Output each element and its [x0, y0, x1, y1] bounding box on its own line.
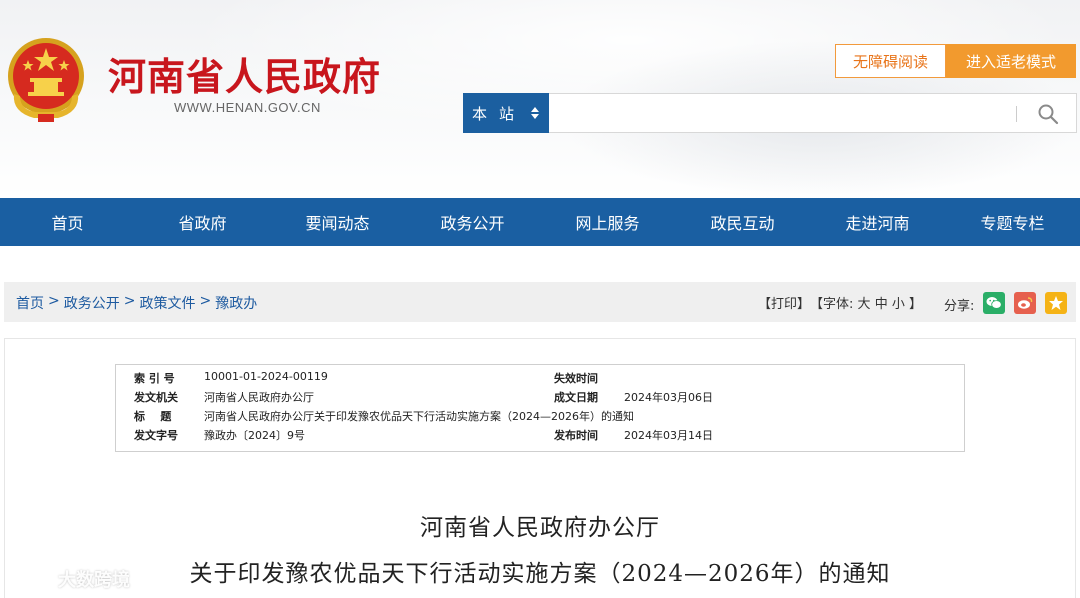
- expire-time-label: 失效时间: [554, 372, 598, 385]
- document-number-value: 豫政办〔2024〕9号: [204, 429, 305, 442]
- metadata-row: 发文机关 河南省人民政府办公厅 成文日期 2024年03月06日: [116, 389, 964, 408]
- breadcrumb-home[interactable]: 首页: [16, 293, 44, 313]
- breadcrumb-separator: >: [48, 293, 60, 309]
- breadcrumb-separator: >: [199, 293, 212, 309]
- nav-item-news[interactable]: 要闻动态: [270, 198, 405, 246]
- watermark-text: 大数跨境: [58, 570, 130, 591]
- breadcrumb-yuzhengban[interactable]: 豫政办: [215, 293, 257, 313]
- breadcrumb-policy-documents[interactable]: 政策文件: [139, 293, 195, 313]
- metadata-row: 发文字号 豫政办〔2024〕9号 发布时间 2024年03月14日: [116, 427, 964, 446]
- watermark-logo-icon: [10, 570, 51, 587]
- written-date-label: 成文日期: [554, 391, 598, 404]
- watermark: 大数跨境: [8, 566, 130, 592]
- document-title-issuer: 河南省人民政府办公厅: [420, 515, 660, 541]
- document-title-main: 关于印发豫农优品天下行活动实施方案（2024—2026年）的通知: [189, 561, 891, 587]
- search-scope-label: 本站: [471, 104, 526, 123]
- site-url: WWW.HENAN.GOV.CN: [174, 100, 321, 115]
- breadcrumb-separator: >: [123, 293, 136, 309]
- title-value: 河南省人民政府办公厅关于印发豫农优品天下行活动实施方案（2024—2026年）的…: [204, 410, 634, 423]
- search-scope-select[interactable]: 本站: [463, 93, 549, 133]
- wechat-share-icon[interactable]: [983, 292, 1005, 314]
- document-metadata-table: 索 引 号 10001-01-2024-00119 失效时间 发文机关 河南省人…: [115, 364, 965, 452]
- nav-item-about-henan[interactable]: 走进河南: [810, 198, 945, 246]
- share-label: 分享:: [944, 299, 975, 314]
- search-input[interactable]: [554, 98, 1004, 128]
- issuer-label: 发文机关: [134, 391, 178, 404]
- search-icon[interactable]: [1036, 102, 1060, 126]
- title-label: 标 题: [134, 410, 172, 423]
- weibo-share-icon[interactable]: [1014, 292, 1036, 314]
- print-button[interactable]: 【打印】: [758, 293, 810, 312]
- main-nav: 首页 省政府 要闻动态 政务公开 网上服务 政民互动 走进河南 专题专栏: [0, 198, 1080, 246]
- written-date-value: 2024年03月06日: [624, 391, 713, 404]
- page-tools: 【打印】 【字体: 大 中 小 】: [758, 293, 922, 312]
- site-title: 河南省人民政府: [108, 55, 382, 99]
- font-medium-button[interactable]: 中: [875, 293, 888, 312]
- nav-item-government-affairs[interactable]: 政务公开: [405, 198, 540, 246]
- national-emblem-icon: [8, 38, 84, 122]
- font-large-button[interactable]: 大: [858, 293, 871, 312]
- search-divider: [1016, 106, 1017, 122]
- nav-item-provincial-government[interactable]: 省政府: [135, 198, 270, 246]
- nav-item-interaction[interactable]: 政民互动: [675, 198, 810, 246]
- elder-mode-button[interactable]: 进入适老模式: [946, 44, 1076, 78]
- font-small-button[interactable]: 小: [892, 293, 905, 312]
- search-bar: 本站: [463, 93, 1077, 133]
- metadata-row: 索 引 号 10001-01-2024-00119 失效时间: [116, 370, 964, 389]
- qzone-share-icon[interactable]: [1045, 292, 1067, 314]
- metadata-row: 标 题 河南省人民政府办公厅关于印发豫农优品天下行活动实施方案（2024—202…: [116, 408, 964, 427]
- nav-item-online-services[interactable]: 网上服务: [540, 198, 675, 246]
- publish-time-value: 2024年03月14日: [624, 429, 713, 442]
- index-number-label: 索 引 号: [134, 372, 175, 385]
- accessibility-reading-button[interactable]: 无障碍阅读: [835, 44, 946, 78]
- issuer-value: 河南省人民政府办公厅: [204, 391, 314, 404]
- document-number-label: 发文字号: [134, 429, 178, 442]
- nav-item-home[interactable]: 首页: [0, 198, 135, 246]
- publish-time-label: 发布时间: [554, 429, 598, 442]
- breadcrumb-government-affairs[interactable]: 政务公开: [64, 293, 120, 313]
- font-size-close: 】: [909, 297, 923, 312]
- font-size-label: 【字体:: [810, 297, 854, 312]
- site-header: 河南省人民政府 WWW.HENAN.GOV.CN 无障碍阅读 进入适老模式 本站: [0, 0, 1080, 198]
- nav-item-special-topics[interactable]: 专题专栏: [945, 198, 1080, 246]
- sort-arrows-icon: [531, 107, 539, 119]
- index-number-value: 10001-01-2024-00119: [204, 370, 328, 383]
- breadcrumb-bar: 首页 > 政务公开 > 政策文件 > 豫政办 【打印】 【字体: 大 中 小 】…: [4, 282, 1076, 322]
- breadcrumb: 首页 > 政务公开 > 政策文件 > 豫政办: [16, 293, 257, 313]
